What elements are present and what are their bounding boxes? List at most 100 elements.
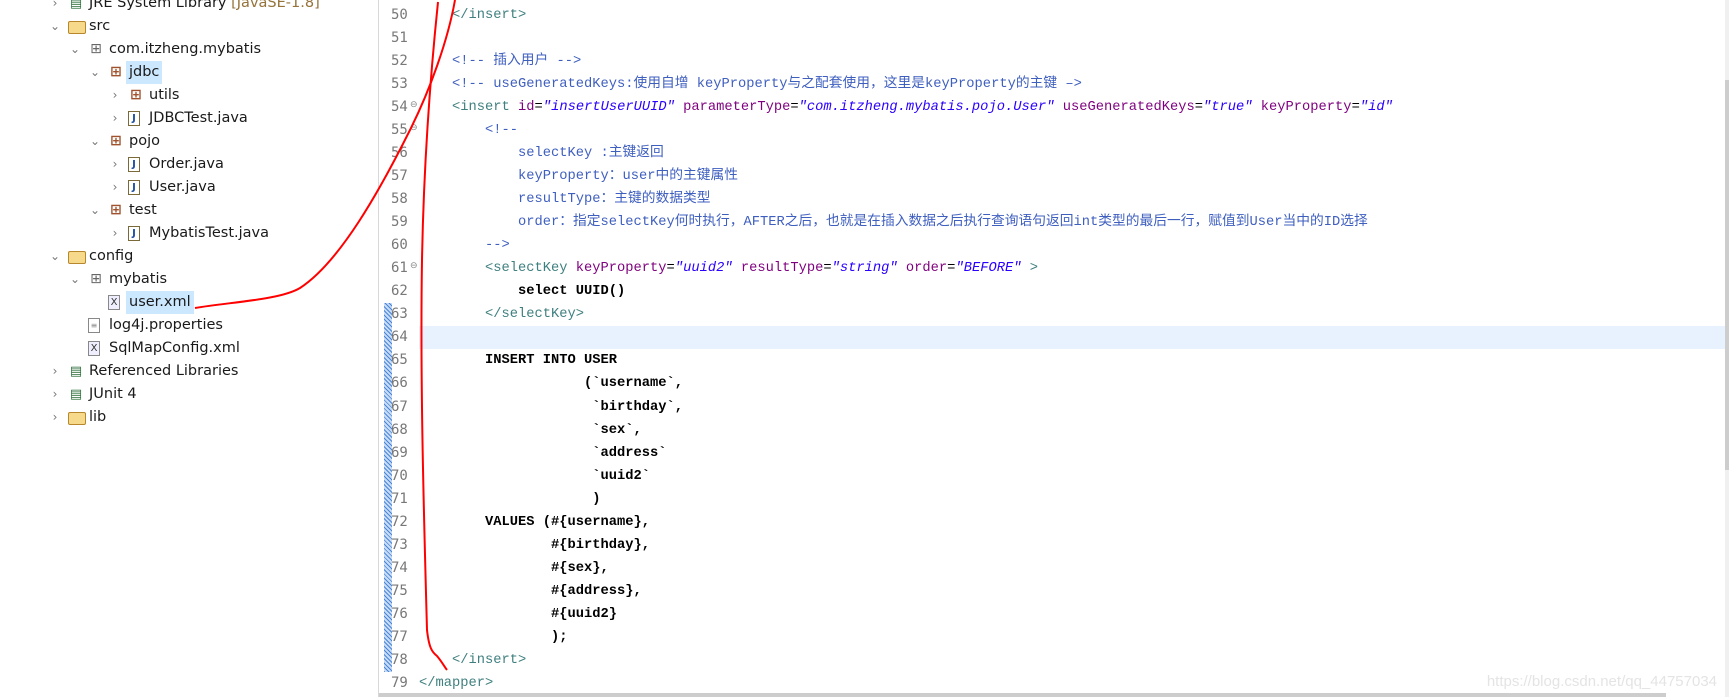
code-token-cmt: <!--	[419, 123, 519, 139]
tree-item-text: Order.java	[149, 156, 224, 172]
code-line[interactable]: <!-- 插入用户 -->	[419, 50, 581, 73]
code-line[interactable]: <!-- useGeneratedKeys:使用自增 keyProperty与之…	[419, 73, 1082, 96]
code-line[interactable]: `address`	[419, 442, 666, 465]
code-token-cmt: order：指定selectKey何时执行，AFTER之后，也就是在插入数据之后…	[419, 215, 1368, 231]
code-line[interactable]: </insert>	[419, 649, 526, 672]
code-line[interactable]: </mapper>	[419, 672, 493, 695]
tree-item-label: user.xml	[126, 291, 194, 314]
code-line[interactable]: `birthday`,	[419, 396, 683, 419]
code-line[interactable]: <selectKey keyProperty="uuid2" resultTyp…	[419, 257, 1038, 280]
chevron-right-icon[interactable]: ›	[108, 153, 122, 176]
code-line[interactable]: );	[419, 626, 568, 649]
code-line[interactable]: #{uuid2}	[419, 603, 617, 626]
chevron-down-icon[interactable]: ⌄	[48, 245, 62, 268]
chevron-right-icon[interactable]: ›	[108, 222, 122, 245]
tree-item-label: MybatisTest.java	[146, 222, 272, 245]
code-token-eq	[1054, 100, 1062, 115]
fold-toggle-icon[interactable]: ⊖	[410, 123, 418, 133]
code-line[interactable]: selectKey :主键返回	[419, 142, 664, 165]
chevron-right-icon[interactable]: ›	[48, 0, 62, 15]
chevron-down-icon[interactable]: ⌄	[68, 268, 82, 291]
tree-item-label: JUnit 4	[86, 383, 140, 406]
code-line[interactable]: </selectKey>	[419, 303, 584, 326]
line-number: 53	[391, 76, 408, 93]
chevron-down-icon[interactable]: ⌄	[48, 15, 62, 38]
tree-item[interactable]: ≡ log4j.properties	[0, 314, 378, 337]
code-token-attr: order	[905, 261, 948, 277]
code-line[interactable]: (`username`,	[419, 372, 683, 395]
library-icon: ▤	[69, 0, 83, 11]
xml-editor[interactable]: 50 51 52 53 54 ⊖ 55 ⊖ 56 57 58 59 60 61 ⊖ 62 63 64 65 66 67 6…	[379, 0, 1725, 691]
code-token-cmt: <!-- 插入用户 -->	[419, 54, 582, 70]
code-line[interactable]: VALUES (#{username},	[419, 511, 650, 534]
tree-item[interactable]: › J JDBCTest.java	[0, 107, 378, 130]
line-number: 58	[391, 191, 408, 208]
code-line[interactable]: order：指定selectKey何时执行，AFTER之后，也就是在插入数据之后…	[419, 211, 1368, 234]
tree-item[interactable]: ⌄ src	[0, 15, 378, 38]
tree-item-label: SqlMapConfig.xml	[106, 337, 243, 360]
code-line[interactable]: resultType：主键的数据类型	[419, 188, 711, 211]
tree-item[interactable]: › J User.java	[0, 176, 378, 199]
fold-toggle-icon[interactable]: ⊖	[410, 100, 418, 110]
vertical-scrollbar-thumb[interactable]	[1725, 80, 1729, 470]
library-icon: ▤	[69, 364, 83, 379]
tree-item[interactable]: ⌄ ⊞ pojo	[0, 130, 378, 153]
line-number: 60	[391, 237, 408, 254]
code-line[interactable]: #{address},	[419, 580, 642, 603]
line-number: 51	[391, 30, 408, 47]
fold-toggle-icon[interactable]: ⊖	[410, 261, 418, 271]
line-number: 52	[391, 53, 408, 70]
tree-item-text: MybatisTest.java	[149, 225, 269, 241]
tree-item[interactable]: X SqlMapConfig.xml	[0, 337, 378, 360]
code-line[interactable]: `sex`,	[419, 419, 642, 442]
tree-item[interactable]: ⌄ ⊞ com.itzheng.mybatis	[0, 38, 378, 61]
horizontal-scrollbar[interactable]	[379, 693, 1666, 697]
tree-item-text: JRE System Library	[89, 0, 227, 11]
line-number: 74	[391, 559, 408, 576]
tree-item[interactable]: ⌄ ⊞ test	[0, 199, 378, 222]
code-line[interactable]: INSERT INTO USER	[419, 349, 617, 372]
code-line[interactable]: <!--	[419, 119, 518, 142]
code-token-val: "id"	[1359, 100, 1393, 116]
chevron-right-icon[interactable]: ›	[108, 176, 122, 199]
tree-item[interactable]: › J MybatisTest.java	[0, 222, 378, 245]
tree-item-text: com.itzheng.mybatis	[109, 41, 262, 57]
tree-item[interactable]: › ▤ JRE System Library [JavaSE-1.8]	[0, 0, 378, 15]
code-line[interactable]: #{birthday},	[419, 534, 650, 557]
code-line[interactable]: )	[419, 488, 600, 511]
tree-item[interactable]: › ⊞ utils	[0, 84, 378, 107]
tree-item[interactable]: › lib	[0, 406, 378, 429]
tree-item[interactable]: › ▤ JUnit 4	[0, 383, 378, 406]
tree-item[interactable]: › J Order.java	[0, 153, 378, 176]
package-icon: ⊞	[110, 133, 122, 149]
tree-item-label: pojo	[126, 130, 163, 153]
code-token-tag: </insert>	[419, 8, 527, 23]
code-line[interactable]: #{sex},	[419, 557, 609, 580]
chevron-right-icon[interactable]: ›	[108, 84, 122, 107]
code-line[interactable]: keyProperty：user中的主键属性	[419, 165, 738, 188]
line-number: 59	[391, 214, 408, 231]
tree-item[interactable]: ⌄ config	[0, 245, 378, 268]
chevron-down-icon[interactable]: ⌄	[88, 130, 102, 153]
chevron-right-icon[interactable]: ›	[108, 107, 122, 130]
code-line[interactable]: `uuid2`	[419, 465, 650, 488]
chevron-down-icon[interactable]: ⌄	[88, 199, 102, 222]
code-line[interactable]: <insert id="insertUserUUID" parameterTyp…	[419, 96, 1393, 119]
chevron-down-icon[interactable]: ⌄	[68, 38, 82, 61]
chevron-right-icon[interactable]: ›	[48, 360, 62, 383]
code-token-attr: useGeneratedKeys	[1062, 100, 1195, 116]
code-token-eq: =	[666, 261, 675, 277]
tree-item-decoration: [JavaSE-1.8]	[231, 0, 320, 11]
tree-item[interactable]: › ▤ Referenced Libraries	[0, 360, 378, 383]
chevron-right-icon[interactable]: ›	[48, 406, 62, 429]
chevron-right-icon[interactable]: ›	[48, 383, 62, 406]
code-line[interactable]: -->	[419, 234, 510, 257]
code-line[interactable]: select UUID()	[419, 280, 625, 303]
code-line[interactable]: </insert>	[419, 4, 526, 27]
code-token-attr: parameterType	[683, 100, 791, 116]
chevron-down-icon[interactable]: ⌄	[88, 61, 102, 84]
tree-item[interactable]: ⌄ ⊞ jdbc	[0, 61, 378, 84]
tree-item[interactable]: ⌄ ⊞ mybatis	[0, 268, 378, 291]
tree-item[interactable]: Xuser.xml	[0, 291, 378, 314]
vertical-scrollbar[interactable]	[1725, 0, 1729, 697]
